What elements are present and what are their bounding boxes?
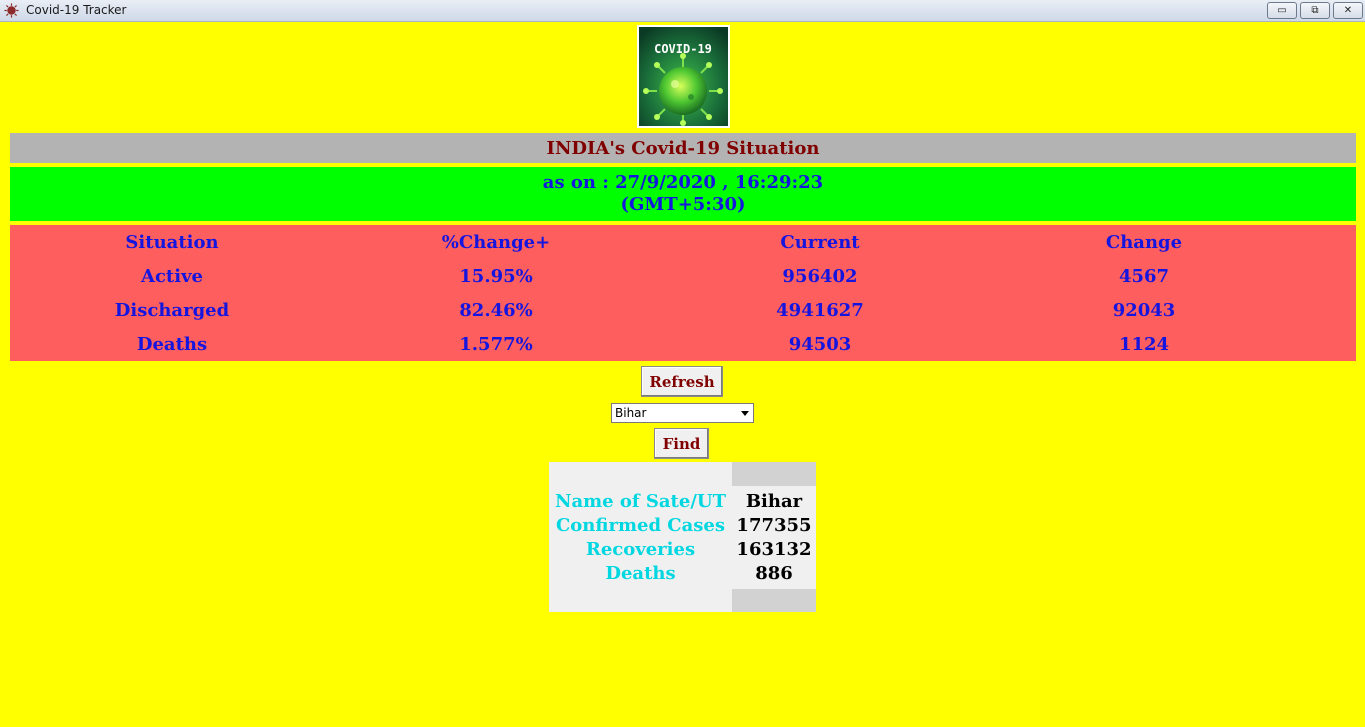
row-change: 92043: [1112, 299, 1176, 321]
table-row: Active 15.95% 956402 4567: [10, 259, 1356, 293]
maximize-button[interactable]: ⧉: [1300, 2, 1330, 19]
refresh-button[interactable]: Refresh: [641, 366, 723, 397]
timestamp-timezone: (GMT+5:30): [620, 194, 746, 215]
row-current: 4941627: [776, 299, 864, 321]
logo-text: COVID-19: [654, 42, 712, 56]
row-percent: 82.46%: [459, 299, 533, 321]
row-change: 1124: [1118, 333, 1170, 355]
confirmed-value: 177355: [736, 515, 812, 536]
restore-icon: ⧉: [1311, 5, 1319, 16]
chevron-down-icon[interactable]: [741, 411, 749, 416]
state-select[interactable]: Bihar: [611, 403, 754, 423]
row-situation: Discharged: [114, 299, 230, 321]
covid-logo: COVID-19: [637, 25, 730, 128]
state-result-panel: Name of Sate/UT Bihar Confirmed Cases 17…: [549, 462, 816, 612]
window-title: Covid-19 Tracker: [26, 3, 127, 17]
header-change: Change: [1105, 231, 1183, 253]
minimize-button[interactable]: ▭: [1267, 2, 1297, 19]
header-situation: Situation: [125, 231, 219, 253]
recoveries-label: Recoveries: [585, 539, 696, 560]
result-row-confirmed: Confirmed Cases 177355: [549, 514, 816, 538]
state-name-label: Name of Sate/UT: [555, 491, 726, 512]
virus-icon: [4, 3, 19, 18]
timestamp-panel: as on : 27/9/2020 , 16:29:23 (GMT+5:30): [10, 167, 1356, 221]
row-situation: Deaths: [136, 333, 208, 355]
table-row: Deaths 1.577% 94503 1124: [10, 327, 1356, 361]
row-current: 94503: [788, 333, 852, 355]
row-current: 956402: [782, 265, 858, 287]
result-row-name: Name of Sate/UT Bihar: [549, 490, 816, 514]
virus-logo-image: COVID-19: [639, 27, 728, 126]
state-name-value: Bihar: [745, 491, 803, 512]
minimize-icon: ▭: [1277, 5, 1287, 16]
result-row-deaths: Deaths 886: [549, 562, 816, 586]
window-titlebar: Covid-19 Tracker ▭ ⧉ ✕: [0, 0, 1365, 22]
find-button[interactable]: Find: [654, 428, 709, 459]
state-select-value: Bihar: [615, 406, 647, 420]
stats-table: Situation %Change+ Current Change Active…: [10, 225, 1356, 361]
table-row: Discharged 82.46% 4941627 92043: [10, 293, 1356, 327]
close-button[interactable]: ✕: [1333, 2, 1363, 19]
close-icon: ✕: [1343, 5, 1353, 16]
timestamp-date: as on : 27/9/2020 , 16:29:23: [542, 172, 824, 193]
row-percent: 1.577%: [459, 333, 533, 355]
result-row-recoveries: Recoveries 163132: [549, 538, 816, 562]
confirmed-label: Confirmed Cases: [555, 515, 726, 536]
row-change: 4567: [1118, 265, 1170, 287]
result-bottom-filler: [732, 589, 816, 612]
deaths-value: 886: [755, 563, 793, 584]
header-percent-change: %Change+: [441, 231, 551, 253]
deaths-label: Deaths: [605, 563, 676, 584]
row-situation: Active: [141, 265, 203, 287]
row-percent: 15.95%: [459, 265, 533, 287]
header-current: Current: [780, 231, 860, 253]
page-title: INDIA's Covid-19 Situation: [10, 133, 1356, 163]
result-top-filler: [732, 462, 816, 486]
stats-header-row: Situation %Change+ Current Change: [10, 225, 1356, 259]
recoveries-value: 163132: [736, 539, 812, 560]
